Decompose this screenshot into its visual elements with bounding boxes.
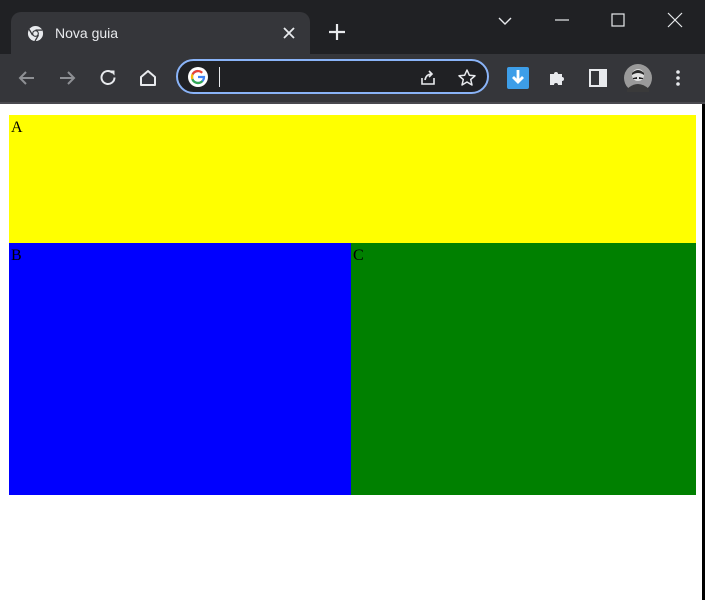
box-b: B xyxy=(9,243,351,495)
minimize-icon[interactable] xyxy=(550,8,574,32)
puzzle-icon[interactable] xyxy=(546,66,570,90)
box-c: C xyxy=(351,243,696,495)
tab-strip: Nova guia xyxy=(0,0,705,54)
tab-search-icon[interactable] xyxy=(493,8,517,32)
side-panel-icon[interactable] xyxy=(586,66,610,90)
box-a: A xyxy=(9,115,696,243)
avatar[interactable] xyxy=(624,64,652,92)
download-extension-icon[interactable] xyxy=(506,66,530,90)
chrome-icon xyxy=(27,25,44,42)
home-icon[interactable] xyxy=(136,66,160,90)
box-a-label: A xyxy=(11,119,23,136)
box-c-label: C xyxy=(353,247,364,264)
bookmark-star-icon[interactable] xyxy=(457,68,477,88)
share-icon[interactable] xyxy=(418,68,438,88)
plus-icon[interactable] xyxy=(327,22,347,42)
text-cursor xyxy=(219,67,220,87)
google-icon xyxy=(188,67,208,87)
kebab-menu-icon[interactable] xyxy=(666,66,690,90)
close-icon[interactable] xyxy=(282,26,296,40)
window-close-icon[interactable] xyxy=(663,8,687,32)
toolbar xyxy=(0,54,705,102)
page-content: A B C xyxy=(0,104,702,600)
maximize-icon[interactable] xyxy=(606,8,630,32)
tab-nova-guia[interactable]: Nova guia xyxy=(11,12,310,54)
forward-icon[interactable] xyxy=(55,66,79,90)
address-input[interactable] xyxy=(223,66,403,88)
tab-title: Nova guia xyxy=(55,25,119,41)
reload-icon[interactable] xyxy=(96,66,120,90)
box-b-label: B xyxy=(11,247,22,264)
back-icon[interactable] xyxy=(15,66,39,90)
omnibox[interactable] xyxy=(176,59,489,94)
